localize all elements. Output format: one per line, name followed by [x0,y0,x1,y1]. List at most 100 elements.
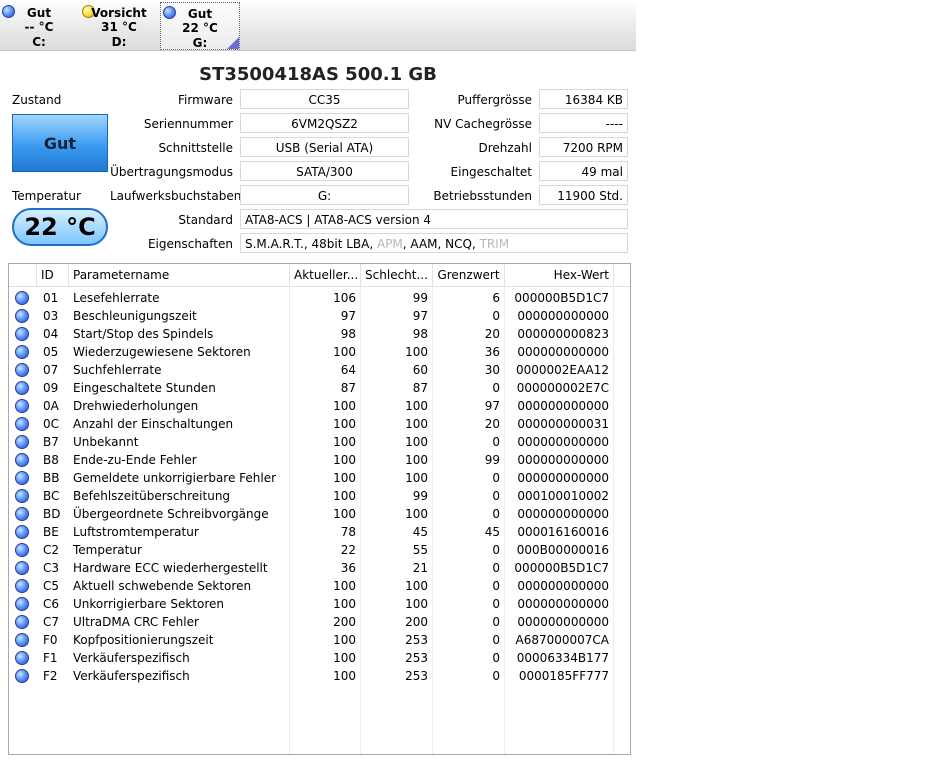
table-row[interactable]: 0C Anzahl der Einschaltungen 100 100 20 00000… [9,415,630,433]
column-id[interactable]: ID [37,264,69,286]
attr-id: BD [43,507,61,521]
attr-hex: 0000002EAA12 [515,363,609,377]
attr-name: Lesefehlerrate [73,291,160,305]
drive-letters-field: G: [240,185,409,205]
health-status-button[interactable]: Gut [12,114,108,172]
attr-id: 01 [43,291,59,305]
attr-threshold: 36 [484,345,500,359]
attr-current: 100 [333,453,356,467]
attr-threshold: 45 [484,525,500,539]
status-good-icon [15,651,29,665]
column-threshold[interactable]: Grenzwert [433,264,505,286]
table-row[interactable]: 0A Drehwiederholungen 100 100 97 000000000000 [9,397,630,415]
table-row[interactable]: 04 Start/Stop des Spindels 98 98 20 000000000… [9,325,630,343]
smart-attributes-table[interactable]: ID Parametername Aktueller... Schlecht..… [8,263,631,755]
table-row[interactable]: C5 Aktuell schwebende Sektoren 100 100 0 0000… [9,577,630,595]
disk-title: ST3500418AS 500.1 GB [199,64,437,85]
attr-threshold: 6 [492,291,500,305]
attr-threshold: 99 [484,453,500,467]
table-row[interactable]: 05 Wiederzugewiesene Sektoren 100 100 36 0000… [9,343,630,361]
attr-current: 100 [333,651,356,665]
attr-threshold: 0 [492,435,500,449]
column-parameter-name[interactable]: Parametername [69,264,290,286]
table-row[interactable]: 07 Suchfehlerrate 64 60 30 0000002EAA12 [9,361,630,379]
column-hex-value[interactable]: Hex-Wert [505,264,614,286]
table-row[interactable]: C3 Hardware ECC wiederhergestellt 36 21 0 000… [9,559,630,577]
attr-current: 100 [333,471,356,485]
attr-current: 100 [333,633,356,647]
attr-hex: 000000000000 [517,579,609,593]
status-good-icon [15,489,29,503]
table-row[interactable]: C6 Unkorrigierbare Sektoren 100 100 0 0000000… [9,595,630,613]
standard-label: Standard [178,213,233,227]
attr-current: 97 [340,309,356,323]
drive-temp: 22 °C [182,21,218,35]
table-row[interactable]: F1 Verkäuferspezifisch 100 253 0 00006334B177 [9,649,630,667]
temperature-display[interactable]: 22 °C [12,208,108,246]
table-row[interactable]: 09 Eingeschaltete Stunden 87 87 0 000000002E7… [9,379,630,397]
features-supported: S.M.A.R.T., 48bit LBA, [245,237,377,251]
attr-threshold: 0 [492,381,500,395]
status-good-icon [15,453,29,467]
interface-label: Schnittstelle [158,141,233,155]
table-row[interactable]: BE Luftstromtemperatur 78 45 45 000016160016 [9,523,630,541]
drive-letter: C: [32,35,46,49]
drive-tab-c[interactable]: Gut -- °C C: [0,2,78,49]
attr-worst: 100 [405,597,428,611]
features-label: Eigenschaften [147,237,233,251]
attr-name: Luftstromtemperatur [73,525,199,539]
attr-worst: 21 [412,561,428,575]
nv-cache-label: NV Cachegrösse [434,117,532,131]
status-good-icon [15,669,29,683]
attr-id: BC [43,489,60,503]
power-on-count-label: Eingeschaltet [450,165,532,179]
attr-current: 100 [333,489,356,503]
table-row[interactable]: B7 Unbekannt 100 100 0 000000000000 [9,433,630,451]
table-row[interactable]: C2 Temperatur 22 55 0 000B00000016 [9,541,630,559]
attr-id: B8 [43,453,59,467]
attr-threshold: 0 [492,489,500,503]
table-row[interactable]: 01 Lesefehlerrate 106 99 6 000000B5D1C7 [9,289,630,307]
attr-name: Verkäuferspezifisch [73,669,190,683]
column-worst[interactable]: Schlecht... [361,264,433,286]
attr-threshold: 0 [492,507,500,521]
feature-trim-unsupported: TRIM [479,237,510,251]
attr-worst: 100 [405,345,428,359]
table-row[interactable]: BB Gemeldete unkorrigierbare Fehler 100 100… [9,469,630,487]
power-on-hours-field: 11900 Std. [539,185,628,205]
status-good-icon [15,327,29,341]
selected-corner-icon [227,37,239,49]
temperatur-label: Temperatur [12,189,81,203]
attr-hex: 000000000000 [517,597,609,611]
attr-threshold: 20 [484,327,500,341]
status-good-icon [15,633,29,647]
table-row[interactable]: F0 Kopfpositionierungszeit 100 253 0 A6870000… [9,631,630,649]
drive-tab-g[interactable]: Gut 22 °C G: [160,2,240,50]
table-row[interactable]: BD Übergeordnete Schreibvorgänge 100 100 0 00… [9,505,630,523]
attr-id: 07 [43,363,59,377]
rotation-rate-label: Drehzahl [478,141,533,155]
table-row[interactable]: F2 Verkäuferspezifisch 100 253 0 0000185FF777 [9,667,630,685]
attr-name: Suchfehlerrate [73,363,162,377]
attr-hex: 000000000823 [517,327,609,341]
drive-selector-bar: Gut -- °C C: Vorsicht 31 °C D: Gut 22 °C… [0,0,636,51]
attr-id: C3 [43,561,60,575]
table-row[interactable]: 03 Beschleunigungszeit 97 97 0 000000000000 [9,307,630,325]
column-status[interactable] [9,264,37,286]
attr-name: Gemeldete unkorrigierbare Fehler [73,471,277,485]
attr-current: 100 [333,435,356,449]
table-row[interactable]: B8 Ende-zu-Ende Fehler 100 100 99 00000000000… [9,451,630,469]
status-good-icon [15,525,29,539]
drive-tab-d[interactable]: Vorsicht 31 °C D: [80,2,158,49]
attr-id: C2 [43,543,60,557]
table-row[interactable]: C7 UltraDMA CRC Fehler 200 200 0 000000000000 [9,613,630,631]
attr-current: 200 [333,615,356,629]
attr-threshold: 0 [492,471,500,485]
attr-hex: 000000000000 [517,309,609,323]
attr-current: 100 [333,579,356,593]
table-row[interactable]: BC Befehlszeitüberschreitung 100 99 0 0001000… [9,487,630,505]
attr-hex: 000000000000 [517,399,609,413]
crystaldiskinfo-window: Gut -- °C C: Vorsicht 31 °C D: Gut 22 °C… [0,0,636,762]
column-current[interactable]: Aktueller... [290,264,361,286]
attr-name: Kopfpositionierungszeit [73,633,214,647]
